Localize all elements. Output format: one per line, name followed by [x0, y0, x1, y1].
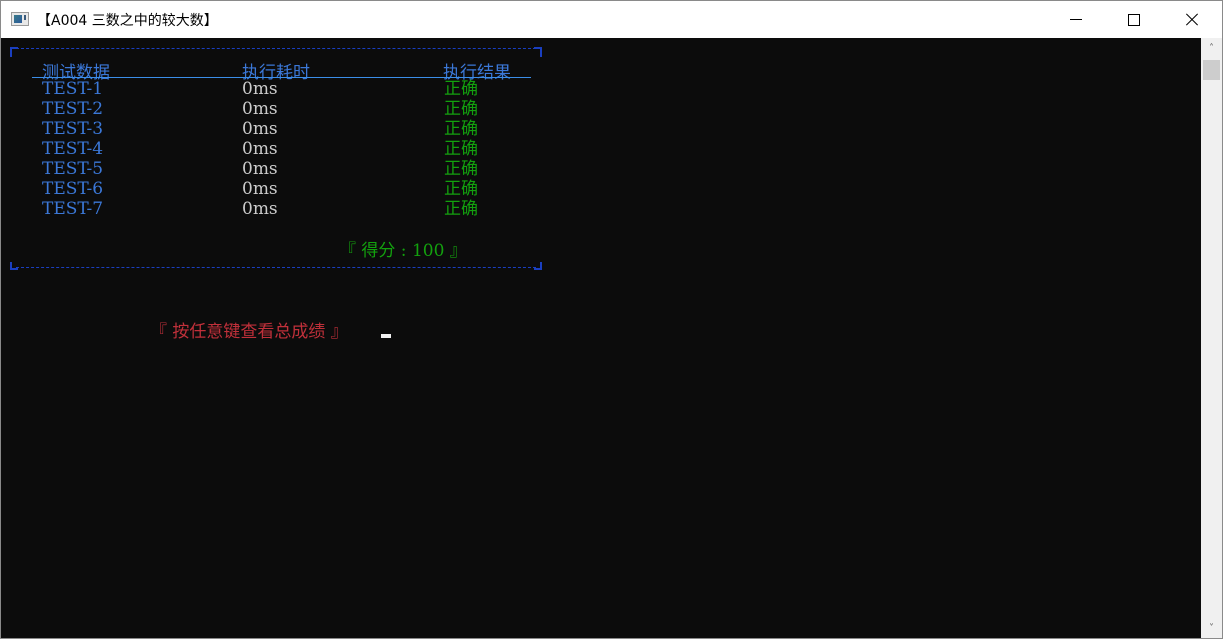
console-app-icon[interactable]: [11, 12, 29, 26]
row-exec-result: 正确: [444, 79, 478, 99]
frame-top-border: [16, 48, 536, 49]
text-cursor: [381, 334, 391, 338]
window-title: 【A004 三数之中的较大数】: [37, 13, 218, 29]
row-test-name: TEST-7: [42, 199, 104, 219]
console-output[interactable]: 测试数据 执行耗时 执行结果 TEST-1 0ms 正确 TEST-2 0ms 正确 TES…: [1, 38, 1201, 638]
row-test-name: TEST-3: [42, 119, 104, 139]
console-window: 【A004 三数之中的较大数】 测试数据 执行耗时 执行结果 TEST-1 0ms…: [0, 0, 1223, 639]
score-text: 『 得分 : 100 』: [339, 241, 467, 261]
row-exec-time: 0ms: [242, 179, 278, 199]
chevron-up-icon: ˄: [1209, 42, 1214, 54]
close-icon: [1185, 13, 1199, 27]
header-underline: [32, 77, 531, 78]
row-exec-result: 正确: [444, 199, 478, 219]
row-exec-result: 正确: [444, 159, 478, 179]
maximize-icon: [1128, 13, 1140, 26]
row-exec-result: 正确: [444, 99, 478, 119]
scrollbar-thumb[interactable]: [1203, 60, 1220, 80]
minimize-button[interactable]: [1047, 1, 1105, 38]
row-test-name: TEST-6: [42, 179, 104, 199]
row-test-name: TEST-4: [42, 139, 104, 159]
row-test-name: TEST-2: [42, 99, 104, 119]
frame-corner-bottom-right: [534, 262, 542, 270]
frame-bottom-border: [16, 267, 536, 268]
frame-corner-bottom-left: [10, 262, 18, 270]
row-exec-time: 0ms: [242, 139, 278, 159]
row-exec-result: 正确: [444, 179, 478, 199]
row-exec-time: 0ms: [242, 79, 278, 99]
minimize-icon: [1070, 19, 1082, 20]
row-exec-time: 0ms: [242, 99, 278, 119]
row-test-name: TEST-1: [42, 79, 104, 99]
scroll-up-button[interactable]: ˄: [1201, 38, 1222, 58]
row-exec-result: 正确: [444, 119, 478, 139]
row-exec-result: 正确: [444, 139, 478, 159]
row-exec-time: 0ms: [242, 119, 278, 139]
scroll-down-button[interactable]: ˅: [1201, 618, 1222, 638]
title-bar[interactable]: 【A004 三数之中的较大数】: [1, 1, 1222, 38]
vertical-scrollbar[interactable]: ˄ ˅: [1201, 38, 1222, 638]
maximize-button[interactable]: [1105, 1, 1163, 38]
app-icon-screen: [14, 15, 22, 23]
close-button[interactable]: [1163, 1, 1221, 38]
chevron-down-icon: ˅: [1209, 622, 1214, 634]
row-exec-time: 0ms: [242, 159, 278, 179]
app-icon-bar: [24, 15, 26, 20]
press-any-key-prompt: 『 按任意键查看总成绩 』: [150, 322, 348, 342]
row-test-name: TEST-5: [42, 159, 104, 179]
row-exec-time: 0ms: [242, 199, 278, 219]
